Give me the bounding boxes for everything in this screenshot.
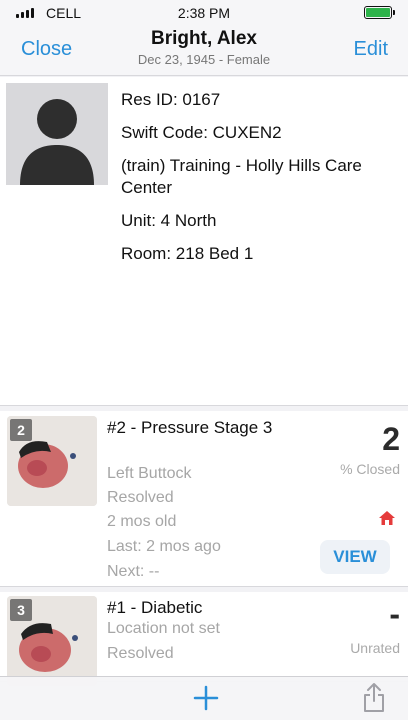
wound-age: 2 mos old bbox=[107, 513, 177, 530]
wound-photo: 2 bbox=[7, 416, 97, 506]
wound-title: #2 - Pressure Stage 3 bbox=[107, 418, 273, 437]
wound-list-item[interactable]: 3 #1 - Diabetic Location not set Resolve… bbox=[0, 592, 408, 686]
wound-status: Resolved bbox=[107, 645, 174, 662]
wound-location: Location not set bbox=[107, 620, 220, 637]
wound-title: #1 - Diabetic bbox=[107, 598, 203, 617]
wound-score: - bbox=[389, 596, 400, 632]
wound-status: Resolved bbox=[107, 489, 174, 506]
swift-code: Swift Code: CUXEN2 bbox=[121, 123, 282, 142]
bottom-toolbar bbox=[0, 676, 408, 720]
plus-icon[interactable] bbox=[191, 683, 221, 713]
home-icon bbox=[378, 510, 396, 526]
wound-number-badge: 3 bbox=[10, 599, 32, 621]
battery-icon bbox=[364, 6, 395, 19]
person-silhouette-icon bbox=[6, 83, 108, 185]
room: Room: 218 Bed 1 bbox=[121, 244, 254, 263]
navigation-bar: Close Bright, Alex Dec 23, 1945 - Female… bbox=[0, 26, 408, 76]
wound-location: Left Buttock bbox=[107, 465, 192, 482]
unit: Unit: 4 North bbox=[121, 211, 217, 230]
patient-card: Res ID: 0167 Swift Code: CUXEN2 (train) … bbox=[0, 77, 408, 406]
wound-score-label: Unrated bbox=[350, 640, 400, 656]
patient-dob-gender: Dec 23, 1945 - Female bbox=[137, 52, 271, 67]
patient-name-title: Bright, Alex bbox=[151, 28, 257, 49]
wound-list-item[interactable]: 2 #2 - Pressure Stage 3 Left Buttock Res… bbox=[0, 411, 408, 587]
wound-next-assessment: Next: -- bbox=[107, 563, 160, 580]
patient-details: Res ID: 0167 Swift Code: CUXEN2 (train) … bbox=[121, 89, 391, 276]
facility-name: (train) Training - Holly Hills Care Cent… bbox=[121, 156, 362, 197]
share-icon[interactable] bbox=[362, 681, 386, 713]
edit-button[interactable]: Edit bbox=[354, 38, 388, 61]
view-wound-button[interactable]: VIEW bbox=[320, 540, 390, 574]
wound-photo: 3 bbox=[7, 596, 97, 686]
wound-number-badge: 2 bbox=[10, 419, 32, 441]
status-bar: CELL 2:38 PM bbox=[0, 0, 408, 26]
wound-score-label: % Closed bbox=[340, 461, 400, 477]
resident-id: Res ID: 0167 bbox=[121, 90, 221, 109]
wound-score: 2 bbox=[382, 421, 400, 457]
wound-last-assessed: Last: 2 mos ago bbox=[107, 538, 221, 555]
status-time: 2:38 PM bbox=[177, 5, 231, 21]
